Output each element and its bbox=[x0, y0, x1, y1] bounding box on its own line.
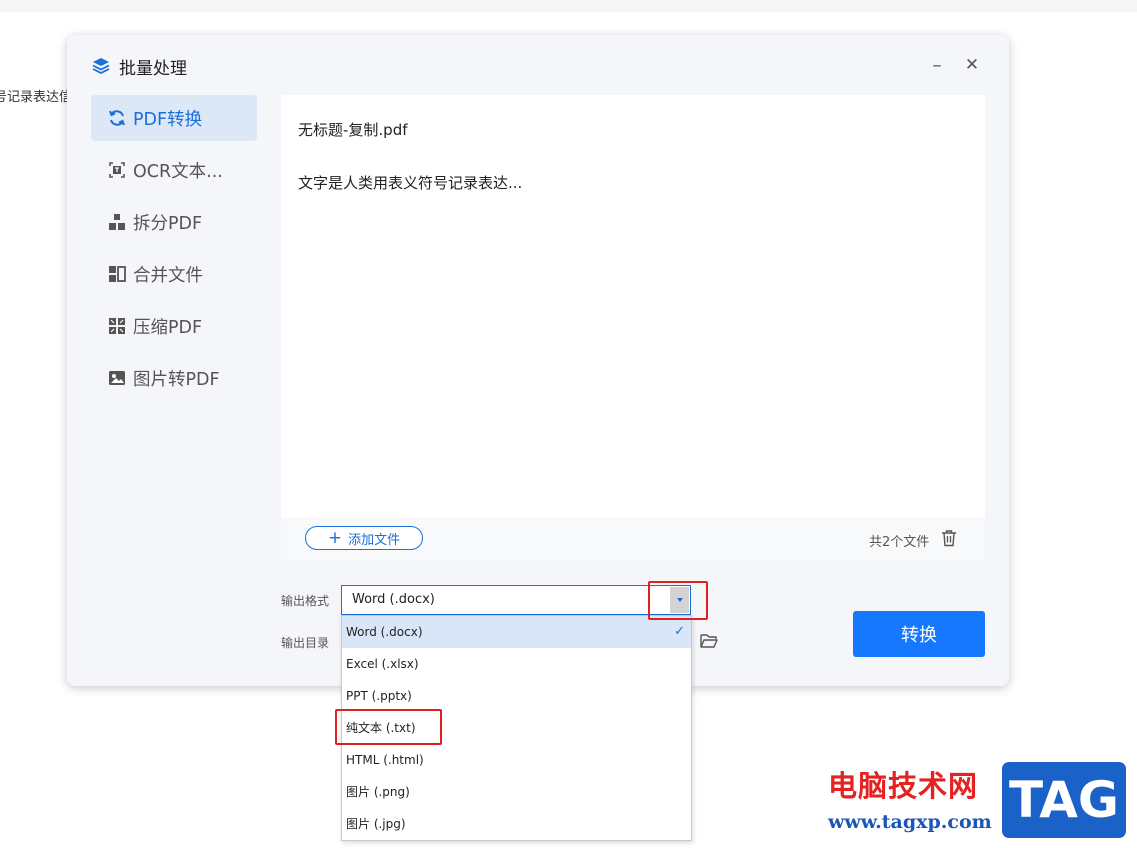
app-top-bar bbox=[0, 0, 1137, 12]
sidebar: PDF转换 OCR文本... 拆分PDF 合并文件 压缩PDF 图片转PDF bbox=[91, 95, 257, 407]
sidebar-item-label: 合并文件 bbox=[133, 265, 203, 286]
watermark-site-name: 电脑技术网 bbox=[828, 769, 979, 803]
merge-icon bbox=[107, 264, 127, 284]
watermark-text: 电脑技术网 www.tagxp.com bbox=[828, 763, 998, 833]
watermark-url: www.tagxp.com bbox=[828, 811, 992, 833]
output-format-value: Word (.docx) bbox=[352, 592, 435, 607]
dropdown-arrow-button[interactable] bbox=[670, 587, 689, 613]
background-document-text: 号记录表达信 bbox=[0, 90, 73, 105]
close-button[interactable]: ✕ bbox=[960, 53, 984, 77]
sidebar-item-label: OCR文本... bbox=[133, 161, 223, 182]
option-label: Word (.docx) bbox=[346, 625, 423, 639]
option-label: 图片 (.jpg) bbox=[346, 817, 406, 831]
file-list-footer: + 添加文件 共2个文件 bbox=[281, 517, 985, 561]
output-format-label: 输出格式 bbox=[281, 594, 330, 608]
format-option-ppt[interactable]: PPT (.pptx) bbox=[342, 680, 691, 712]
format-option-excel[interactable]: Excel (.xlsx) bbox=[342, 648, 691, 680]
option-label: Excel (.xlsx) bbox=[346, 657, 419, 671]
sidebar-item-compress-pdf[interactable]: 压缩PDF bbox=[91, 303, 257, 349]
option-label: PPT (.pptx) bbox=[346, 689, 412, 703]
file-item[interactable]: 无标题-复制.pdf bbox=[298, 119, 408, 140]
sidebar-item-ocr[interactable]: OCR文本... bbox=[91, 147, 257, 193]
output-format-select[interactable]: Word (.docx) bbox=[341, 585, 691, 615]
file-count: 共2个文件 bbox=[869, 535, 930, 550]
sidebar-item-split-pdf[interactable]: 拆分PDF bbox=[91, 199, 257, 245]
dialog-title: 批量处理 bbox=[119, 58, 187, 79]
split-icon bbox=[107, 212, 127, 232]
layers-icon bbox=[92, 58, 110, 75]
plus-icon: + bbox=[327, 527, 343, 548]
trash-icon[interactable] bbox=[941, 529, 957, 547]
folder-icon[interactable] bbox=[700, 633, 718, 649]
format-option-word[interactable]: Word (.docx) ✓ bbox=[342, 616, 691, 648]
option-label: 图片 (.png) bbox=[346, 785, 410, 799]
option-label: 纯文本 (.txt) bbox=[346, 721, 416, 735]
sidebar-item-label: PDF转换 bbox=[133, 109, 203, 130]
format-option-png[interactable]: 图片 (.png) bbox=[342, 776, 691, 808]
sidebar-item-image-to-pdf[interactable]: 图片转PDF bbox=[91, 355, 257, 401]
refresh-icon bbox=[107, 108, 127, 128]
compress-icon bbox=[107, 316, 127, 336]
sidebar-item-label: 图片转PDF bbox=[133, 369, 220, 390]
file-item[interactable]: 文字是人类用表义符号记录表达... bbox=[298, 172, 522, 193]
sidebar-item-pdf-convert[interactable]: PDF转换 bbox=[91, 95, 257, 141]
chevron-down-icon bbox=[676, 598, 683, 602]
image-icon bbox=[107, 368, 127, 388]
convert-button[interactable]: 转换 bbox=[853, 611, 985, 657]
add-file-label: 添加文件 bbox=[348, 532, 401, 548]
format-option-html[interactable]: HTML (.html) bbox=[342, 744, 691, 776]
watermark-logo: TAG bbox=[1002, 762, 1126, 838]
check-icon: ✓ bbox=[674, 624, 685, 639]
output-dir-label: 输出目录 bbox=[281, 636, 330, 650]
sidebar-item-label: 压缩PDF bbox=[133, 317, 203, 338]
format-dropdown-list: Word (.docx) ✓ Excel (.xlsx) PPT (.pptx)… bbox=[341, 615, 692, 841]
dialog-title-bar: 批量处理 bbox=[91, 53, 187, 79]
option-label: HTML (.html) bbox=[346, 753, 424, 767]
add-file-button[interactable]: + 添加文件 bbox=[305, 526, 423, 550]
ocr-text-icon bbox=[107, 160, 127, 180]
format-option-jpg[interactable]: 图片 (.jpg) bbox=[342, 808, 691, 840]
batch-process-dialog: 批量处理 – ✕ PDF转换 OCR文本... 拆分PDF 合并文件 压缩PDF… bbox=[67, 35, 1009, 686]
minimize-button[interactable]: – bbox=[925, 53, 949, 77]
format-option-txt[interactable]: 纯文本 (.txt) bbox=[342, 712, 691, 744]
sidebar-item-label: 拆分PDF bbox=[133, 213, 203, 234]
file-list-panel: 无标题-复制.pdf 文字是人类用表义符号记录表达... + 添加文件 共2个文… bbox=[281, 95, 985, 561]
sidebar-item-merge-files[interactable]: 合并文件 bbox=[91, 251, 257, 297]
